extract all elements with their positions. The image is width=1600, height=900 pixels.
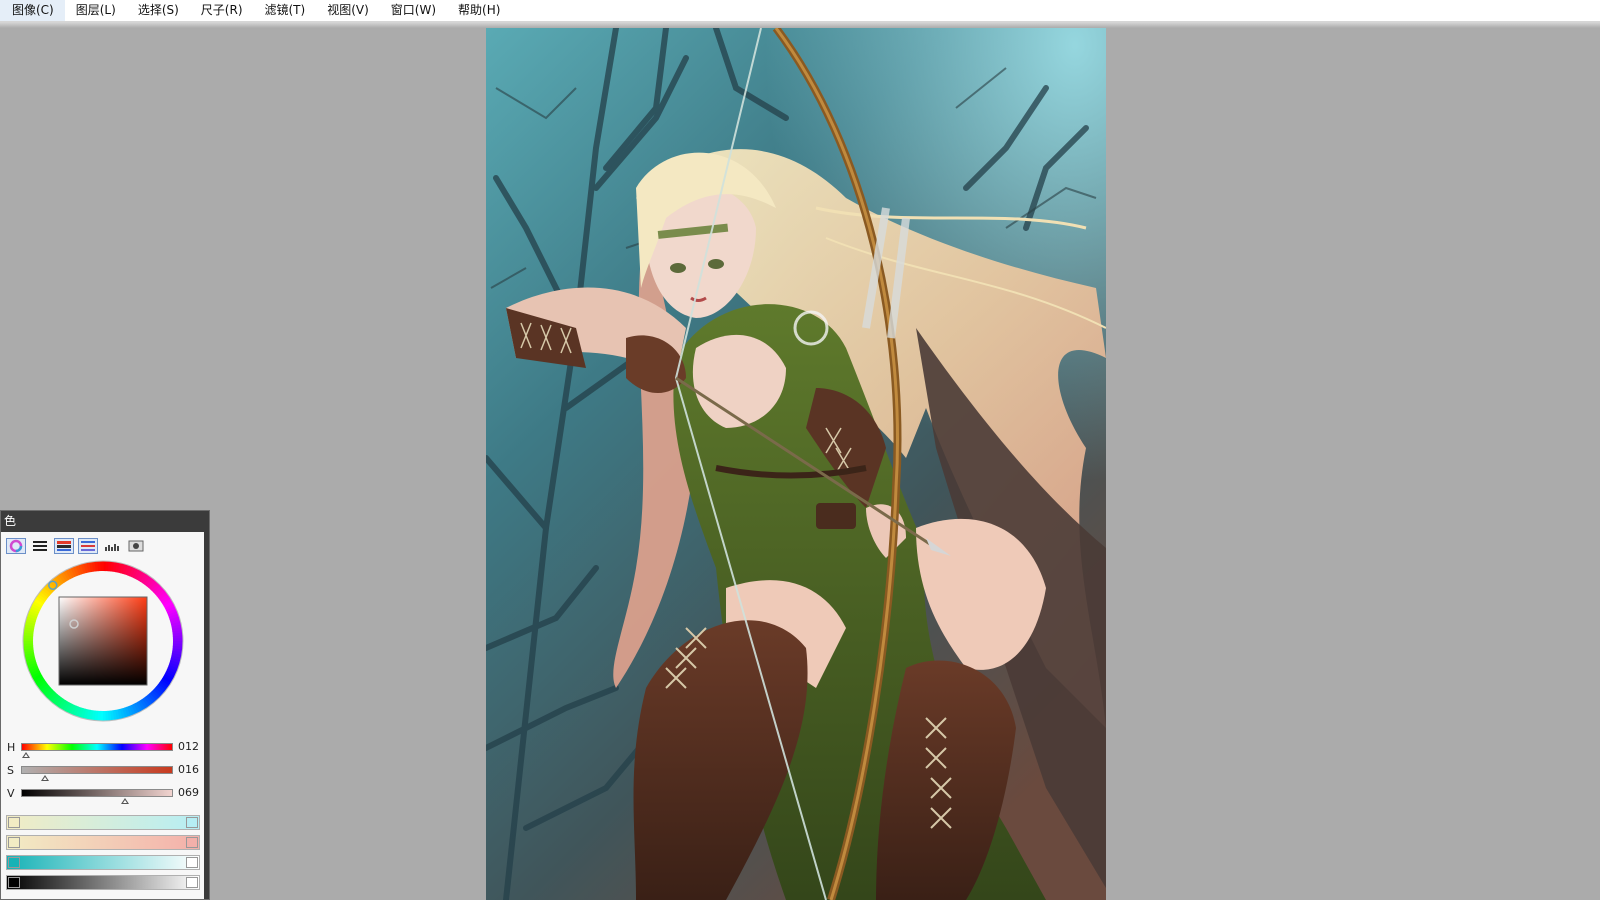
menu-window[interactable]: 窗口(W) bbox=[380, 0, 447, 21]
hsv-sliders-icon bbox=[57, 541, 71, 551]
gradient-bar[interactable] bbox=[6, 815, 200, 830]
color-wheel-icon bbox=[9, 539, 23, 553]
artwork-image bbox=[486, 28, 1106, 900]
mix-tab[interactable] bbox=[126, 538, 146, 554]
value-slider-handle[interactable] bbox=[120, 798, 129, 804]
mix-icon bbox=[128, 540, 144, 552]
menu-image[interactable]: 图像(C) bbox=[0, 0, 65, 21]
saturation-value-square[interactable] bbox=[58, 596, 148, 686]
rgb-sliders-tab[interactable] bbox=[30, 538, 50, 554]
gradient-end-swatch[interactable] bbox=[186, 817, 198, 828]
hsv-sliders-tab[interactable] bbox=[54, 538, 74, 554]
hue-label: H bbox=[7, 741, 16, 754]
hue-slider-row: H 012 bbox=[5, 739, 201, 762]
color-mode-tabs bbox=[6, 538, 146, 554]
saturation-slider-row: S 016 bbox=[5, 762, 201, 785]
gradient-start-swatch[interactable] bbox=[8, 837, 20, 848]
color-gradient-bars bbox=[6, 815, 200, 895]
gradient-bar[interactable] bbox=[6, 835, 200, 850]
gradient-start-swatch[interactable] bbox=[8, 877, 20, 888]
color-wheel-tab[interactable] bbox=[6, 538, 26, 554]
saturation-value[interactable]: 016 bbox=[178, 763, 199, 776]
value-slider[interactable] bbox=[21, 789, 173, 797]
menu-bar: 图像(C) 图层(L) 选择(S) 尺子(R) 滤镜(T) 视图(V) 窗口(W… bbox=[0, 0, 1600, 22]
gradient-end-swatch[interactable] bbox=[186, 837, 198, 848]
hsv-sliders: H 012 S 016 V 069 bbox=[5, 739, 201, 808]
menu-view[interactable]: 视图(V) bbox=[316, 0, 380, 21]
saturation-slider[interactable] bbox=[21, 766, 173, 774]
value-label: V bbox=[7, 787, 15, 800]
menu-layer[interactable]: 图层(L) bbox=[65, 0, 127, 21]
panel-title: 色 bbox=[1, 511, 209, 532]
value-value[interactable]: 069 bbox=[178, 786, 199, 799]
rgb-sliders-icon bbox=[33, 541, 47, 551]
menu-ruler[interactable]: 尺子(R) bbox=[190, 0, 254, 21]
palette-tab[interactable] bbox=[78, 538, 98, 554]
color-panel-body: H 012 S 016 V 069 bbox=[1, 532, 209, 899]
gradient-end-swatch[interactable] bbox=[186, 857, 198, 868]
menu-select[interactable]: 选择(S) bbox=[127, 0, 190, 21]
saturation-label: S bbox=[7, 764, 14, 777]
palette-icon bbox=[81, 541, 95, 551]
saturation-slider-handle[interactable] bbox=[41, 775, 49, 781]
menu-help[interactable]: 帮助(H) bbox=[447, 0, 511, 21]
hue-value[interactable]: 012 bbox=[178, 740, 199, 753]
swatches-icon bbox=[105, 544, 119, 551]
value-slider-row: V 069 bbox=[5, 785, 201, 808]
color-wheel[interactable] bbox=[22, 560, 184, 722]
gradient-start-swatch[interactable] bbox=[8, 857, 20, 868]
drawing-canvas[interactable] bbox=[486, 28, 1106, 900]
color-panel: 色 H 012 S 016 V 069 bbox=[0, 510, 210, 900]
swatches-tab[interactable] bbox=[102, 538, 122, 554]
menu-filter[interactable]: 滤镜(T) bbox=[254, 0, 317, 21]
hue-slider-handle[interactable] bbox=[21, 752, 30, 758]
hue-slider[interactable] bbox=[21, 743, 173, 751]
gradient-bar[interactable] bbox=[6, 875, 200, 890]
gradient-end-swatch[interactable] bbox=[186, 877, 198, 888]
gradient-bar[interactable] bbox=[6, 855, 200, 870]
gradient-start-swatch[interactable] bbox=[8, 817, 20, 828]
